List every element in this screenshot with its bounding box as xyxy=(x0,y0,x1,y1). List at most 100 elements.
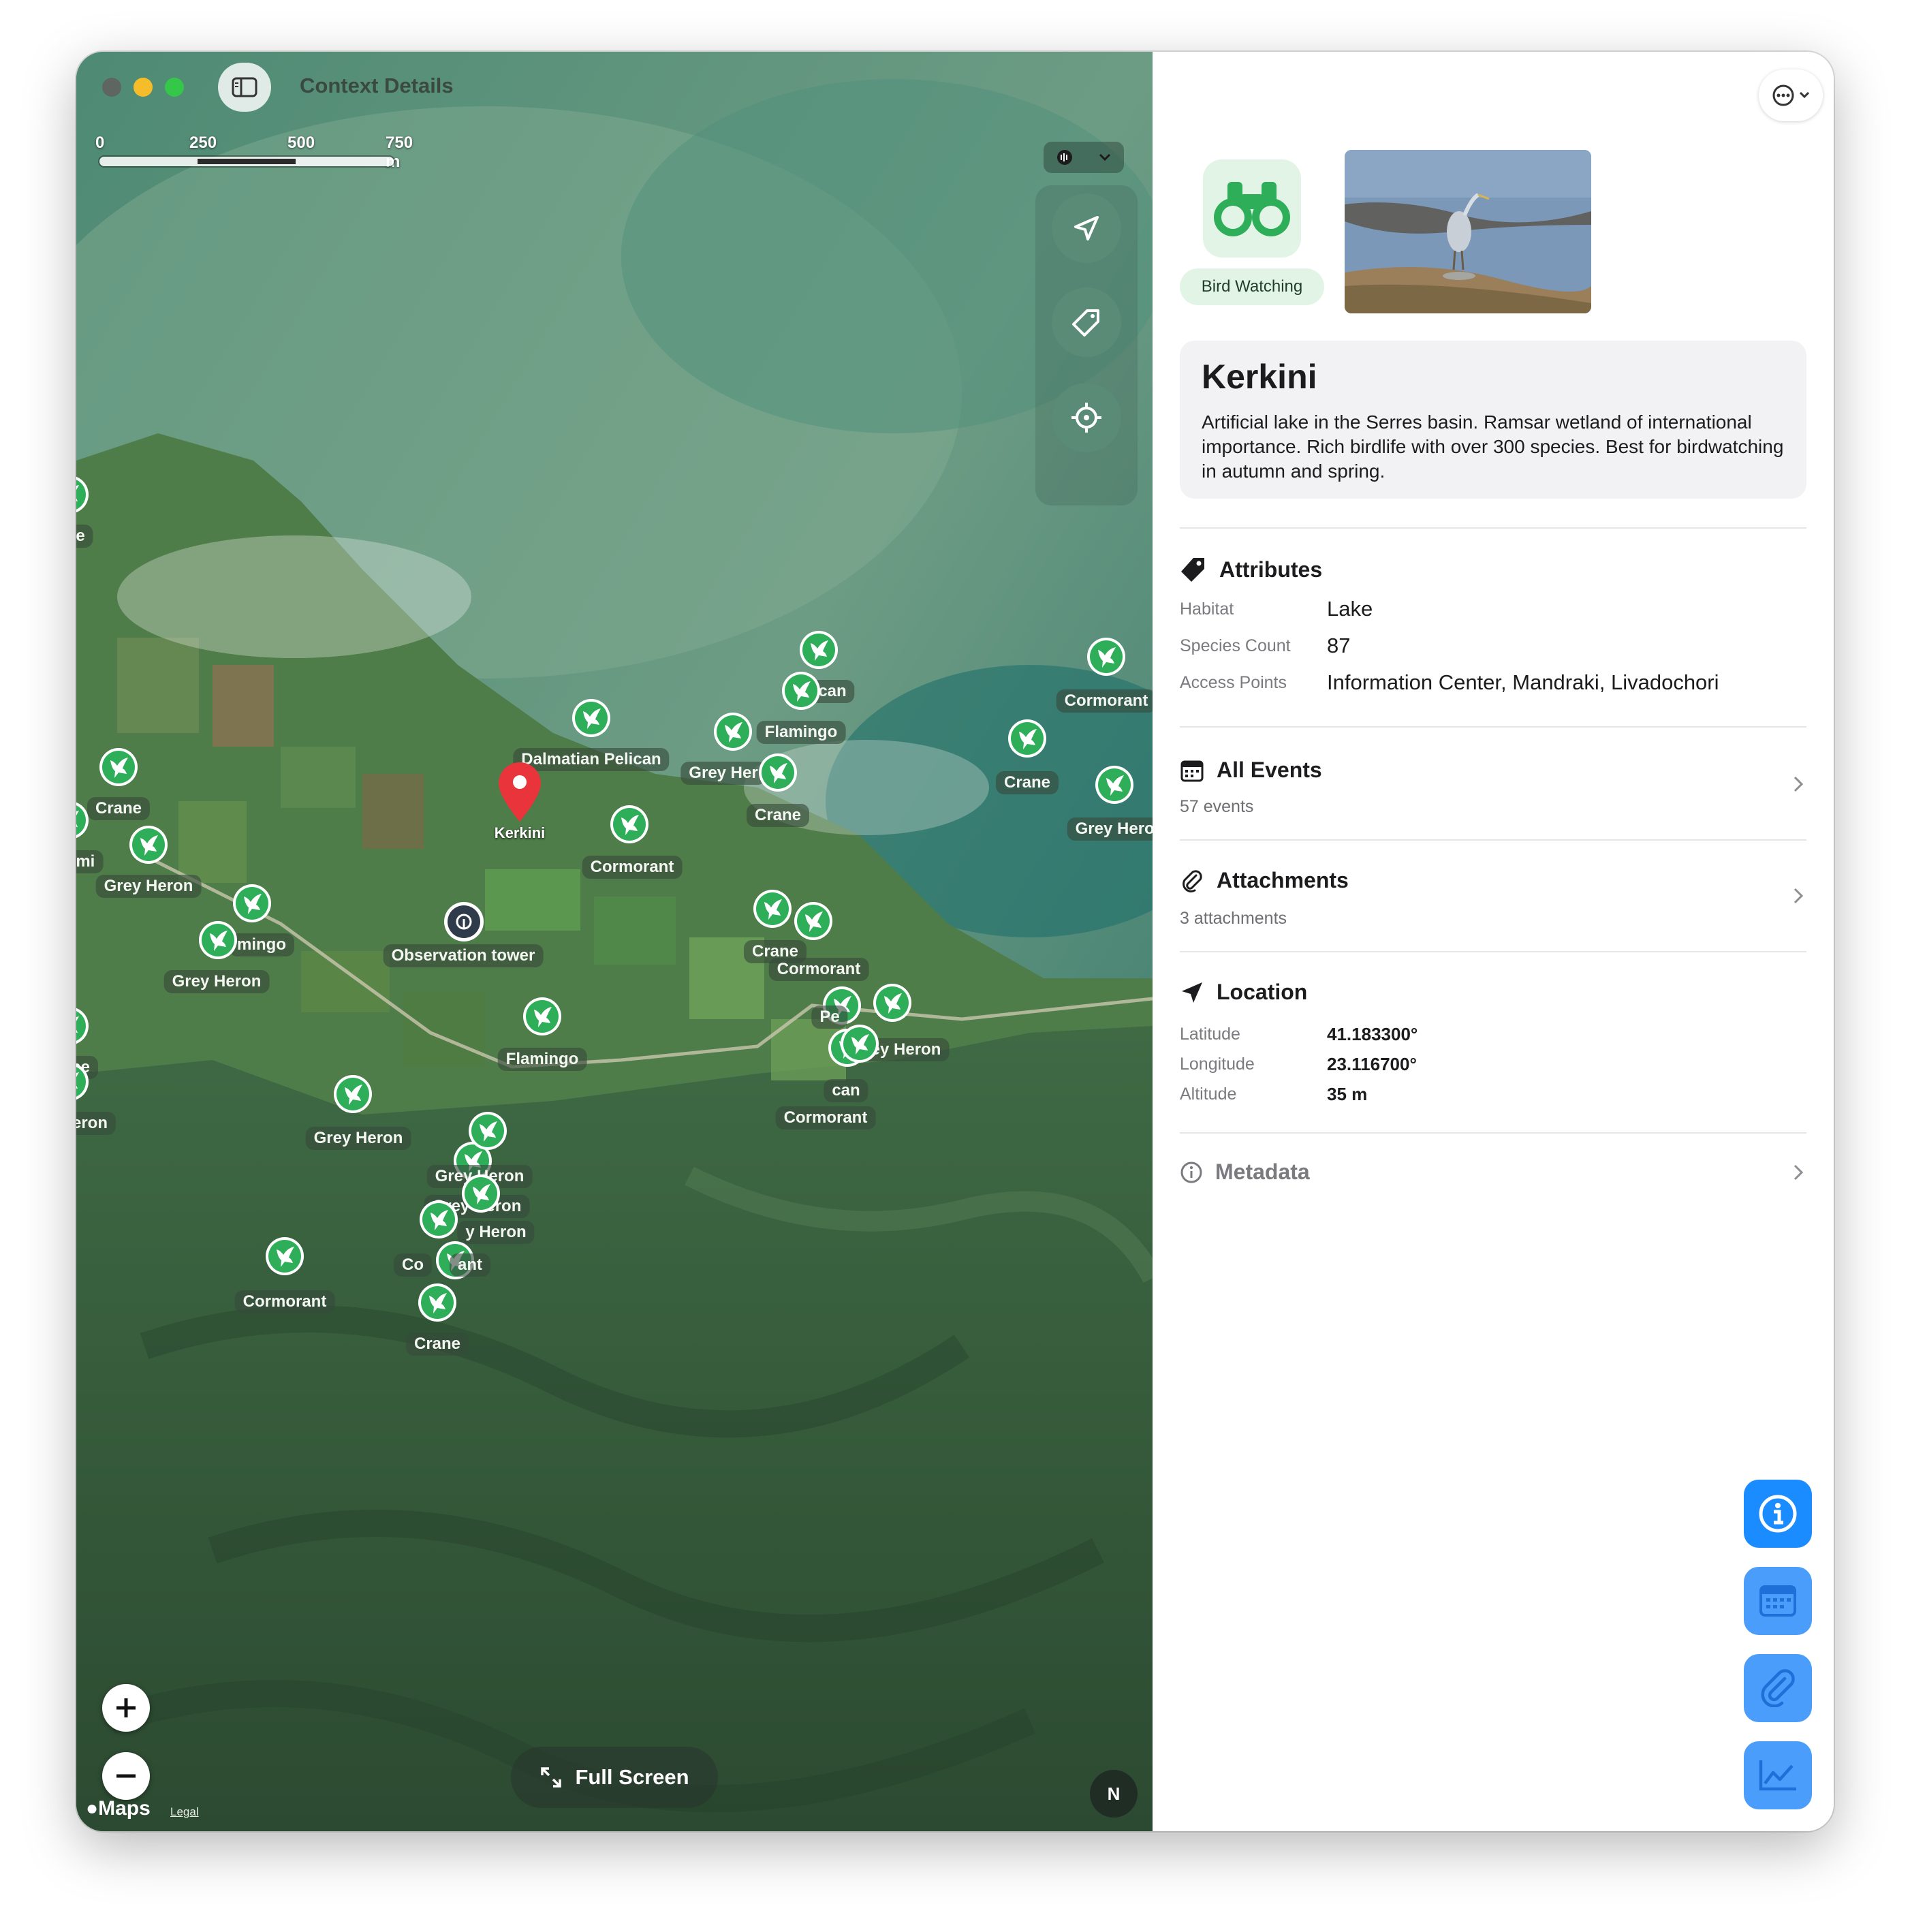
sidebar-toggle-icon xyxy=(232,77,257,97)
bird-icon[interactable] xyxy=(713,711,753,752)
bird-icon[interactable] xyxy=(467,1110,508,1151)
bird-icon[interactable] xyxy=(609,804,650,845)
bird-icon[interactable] xyxy=(460,1173,501,1214)
zoom-in-button[interactable] xyxy=(102,1684,150,1732)
bird-icon[interactable] xyxy=(872,982,913,1023)
bird-icon[interactable] xyxy=(76,1061,90,1102)
ellipsis-icon xyxy=(1772,84,1794,106)
bird-icon[interactable] xyxy=(418,1199,459,1240)
tag-filter-button[interactable] xyxy=(1052,287,1121,357)
metadata-header: Metadata xyxy=(1180,1159,1310,1185)
divider xyxy=(1180,839,1806,841)
location-arrow-icon xyxy=(1074,216,1099,240)
place-title: Kerkini xyxy=(1202,358,1317,396)
attribute-value: Information Center, Mandraki, Livadochor… xyxy=(1327,670,1719,694)
bird-pin-label: Flamingo xyxy=(756,721,846,744)
recenter-button[interactable] xyxy=(1052,383,1121,452)
chevron-right-icon xyxy=(1794,1164,1804,1181)
all-events-row[interactable]: All Events 57 events xyxy=(1153,733,1834,839)
bird-pin-label: Crane xyxy=(405,1333,469,1356)
compass-button[interactable]: N xyxy=(1090,1770,1138,1818)
location-arrow-icon xyxy=(1182,982,1202,1003)
calendar-icon xyxy=(1180,760,1204,781)
scale-label-0: 0 xyxy=(95,134,105,152)
minimize-window-button[interactable] xyxy=(134,78,153,97)
details-panel: Bird Watching Kerkini Artificial lake in… xyxy=(1153,52,1834,1831)
attribute-key: Species Count xyxy=(1180,636,1291,655)
bird-icon[interactable] xyxy=(76,474,90,515)
bird-pin-label: Grey Heron xyxy=(163,970,270,993)
divider xyxy=(1180,1132,1806,1134)
full-screen-button[interactable]: Full Screen xyxy=(511,1747,718,1808)
metadata-row[interactable]: Metadata xyxy=(1153,1136,1834,1198)
attributes-header: Attributes xyxy=(1180,556,1322,583)
map-mode-picker[interactable] xyxy=(1044,142,1124,173)
bird-icon[interactable] xyxy=(98,747,139,788)
attachments-tab-button[interactable] xyxy=(1744,1654,1812,1722)
attribute-key: Habitat xyxy=(1180,599,1234,619)
info-icon xyxy=(1180,1162,1202,1183)
bird-icon[interactable] xyxy=(1007,718,1048,759)
scale-label-250: 250 xyxy=(189,134,217,152)
bird-icon[interactable] xyxy=(522,996,563,1037)
bird-icon[interactable] xyxy=(76,800,90,841)
title-bar: Context Details xyxy=(76,52,1153,127)
close-window-button[interactable] xyxy=(102,78,121,97)
chevron-right-icon xyxy=(1794,776,1804,792)
calendar-icon xyxy=(1759,1585,1796,1617)
bird-icon[interactable] xyxy=(332,1074,373,1115)
bird-icon[interactable] xyxy=(1086,636,1127,677)
bird-icon[interactable] xyxy=(757,752,798,793)
paperclip-icon xyxy=(1183,869,1202,892)
bird-pin-label: e xyxy=(76,525,93,548)
more-options-button[interactable] xyxy=(1759,69,1823,121)
bird-icon[interactable] xyxy=(417,1282,458,1323)
legal-link[interactable]: Legal xyxy=(170,1805,199,1819)
chart-icon xyxy=(1759,1760,1796,1791)
bird-pin-label: Grey Heron xyxy=(305,1127,411,1150)
attachments-row[interactable]: Attachments 3 attachments xyxy=(1153,843,1834,951)
heron-photo xyxy=(1345,150,1591,313)
bird-icon[interactable] xyxy=(232,883,272,924)
info-tab-button[interactable] xyxy=(1744,1480,1812,1548)
bird-pin-label: Flami xyxy=(76,850,104,873)
category-chip[interactable]: Bird Watching xyxy=(1180,268,1324,305)
current-location-button[interactable] xyxy=(1052,193,1121,263)
sidebar-toggle-button[interactable] xyxy=(218,63,271,112)
attachments-count: 3 attachments xyxy=(1180,909,1287,928)
paperclip-icon xyxy=(1761,1669,1795,1707)
bird-pin-label: Grey Heron xyxy=(95,875,202,898)
bird-pin-label: eron xyxy=(76,1112,116,1135)
zoom-window-button[interactable] xyxy=(165,78,184,97)
bird-icon[interactable] xyxy=(781,670,821,711)
bird-icon[interactable] xyxy=(1094,764,1135,805)
events-tab-button[interactable] xyxy=(1744,1567,1812,1635)
bird-pin-label: Co xyxy=(394,1253,432,1277)
map-view[interactable]: Context Details 0 250 500 750 m xyxy=(76,52,1153,1831)
apple-logo-icon: ● xyxy=(86,1797,99,1820)
bird-icon[interactable] xyxy=(264,1236,305,1277)
bird-icon[interactable] xyxy=(793,901,834,941)
place-photo[interactable] xyxy=(1345,150,1591,313)
tag-icon xyxy=(1181,558,1204,582)
bird-icon[interactable] xyxy=(798,629,839,670)
bird-icon[interactable] xyxy=(839,1023,880,1064)
bird-pin-label: Grey Her xyxy=(680,762,766,785)
selected-place-label: Kerkini xyxy=(494,824,546,841)
observation-tower-pin[interactable] xyxy=(443,901,485,943)
divider xyxy=(1180,527,1806,529)
location-header: Location xyxy=(1180,980,1307,1005)
bird-icon[interactable] xyxy=(128,824,169,865)
crosshair-icon xyxy=(1071,403,1101,433)
bird-pin-label: Cormorant xyxy=(1056,689,1153,713)
place-description: Artificial lake in the Serres basin. Ram… xyxy=(1202,411,1784,482)
observation-tower-label: Observation tower xyxy=(383,944,544,967)
selected-place-pin[interactable] xyxy=(496,760,544,823)
bird-icon[interactable] xyxy=(571,698,612,738)
chart-tab-button[interactable] xyxy=(1744,1741,1812,1809)
longitude-value: 23.116700° xyxy=(1327,1054,1417,1074)
bird-icon[interactable] xyxy=(752,888,793,929)
zoom-out-button[interactable] xyxy=(102,1752,150,1800)
bird-icon[interactable] xyxy=(76,1006,90,1046)
bird-icon[interactable] xyxy=(198,920,238,961)
